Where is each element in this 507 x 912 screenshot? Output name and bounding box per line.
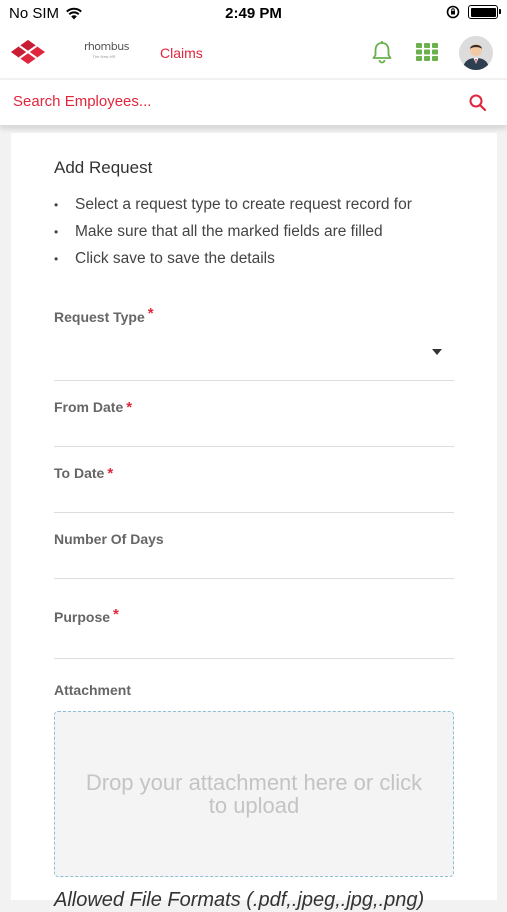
- brand-logo[interactable]: rhombus The New HR: [84, 40, 129, 59]
- attachment-dropzone[interactable]: Drop your attachment here or click to up…: [54, 711, 454, 877]
- purpose-label: Purpose: [54, 609, 111, 625]
- request-type-select[interactable]: Request Type *: [54, 305, 454, 381]
- claims-module-link[interactable]: Claims: [160, 45, 203, 61]
- avatar[interactable]: [459, 36, 493, 70]
- search-bar: [0, 80, 507, 126]
- to-date-label: To Date: [54, 465, 105, 481]
- status-time: 2:49 PM: [225, 5, 282, 22]
- user-avatar-icon: [459, 36, 493, 70]
- instruction-item: • Select a request type to create request…: [54, 196, 412, 213]
- purpose-field[interactable]: Purpose *: [54, 606, 454, 659]
- add-request-card: Add Request • Select a request type to cr…: [11, 133, 497, 911]
- orientation-lock-icon: [446, 5, 460, 19]
- required-marker: *: [107, 465, 114, 482]
- to-date-field[interactable]: To Date *: [54, 465, 454, 513]
- attachment-label: Attachment: [54, 682, 132, 698]
- diamond-logo-icon[interactable]: [10, 39, 46, 65]
- search-input[interactable]: [13, 93, 433, 110]
- required-marker: *: [126, 399, 133, 416]
- status-right: [446, 5, 501, 19]
- number-of-days-field[interactable]: Number Of Days: [54, 531, 454, 579]
- page-title: Add Request: [54, 158, 153, 177]
- apps-grid-icon[interactable]: [416, 43, 438, 61]
- instruction-item: • Make sure that all the marked fields ar…: [54, 223, 383, 240]
- dropzone-text: Drop your attachment here or click to up…: [85, 770, 423, 818]
- instruction-item: • Click save to save the details: [54, 250, 275, 267]
- from-date-field[interactable]: From Date *: [54, 399, 454, 447]
- from-date-label: From Date: [54, 399, 124, 415]
- required-marker: *: [147, 305, 154, 322]
- brand-tagline: The New HR: [92, 54, 116, 59]
- brand-name: rhombus: [84, 40, 129, 53]
- battery-icon: [468, 5, 501, 19]
- status-bar: No SIM 2:49 PM: [0, 0, 507, 28]
- required-marker: *: [113, 606, 119, 623]
- search-icon[interactable]: [469, 94, 486, 111]
- request-type-label: Request Type: [54, 309, 145, 325]
- instructions-list: • Select a request type to create request…: [54, 195, 412, 276]
- allowed-formats-note: Allowed File Formats (.pdf,.jpeg,.jpg,.p…: [54, 889, 425, 911]
- app-header: rhombus The New HR Claims: [0, 28, 507, 78]
- number-of-days-label: Number Of Days: [54, 531, 164, 547]
- dropdown-caret-icon[interactable]: [432, 349, 442, 355]
- bell-icon[interactable]: [371, 40, 393, 64]
